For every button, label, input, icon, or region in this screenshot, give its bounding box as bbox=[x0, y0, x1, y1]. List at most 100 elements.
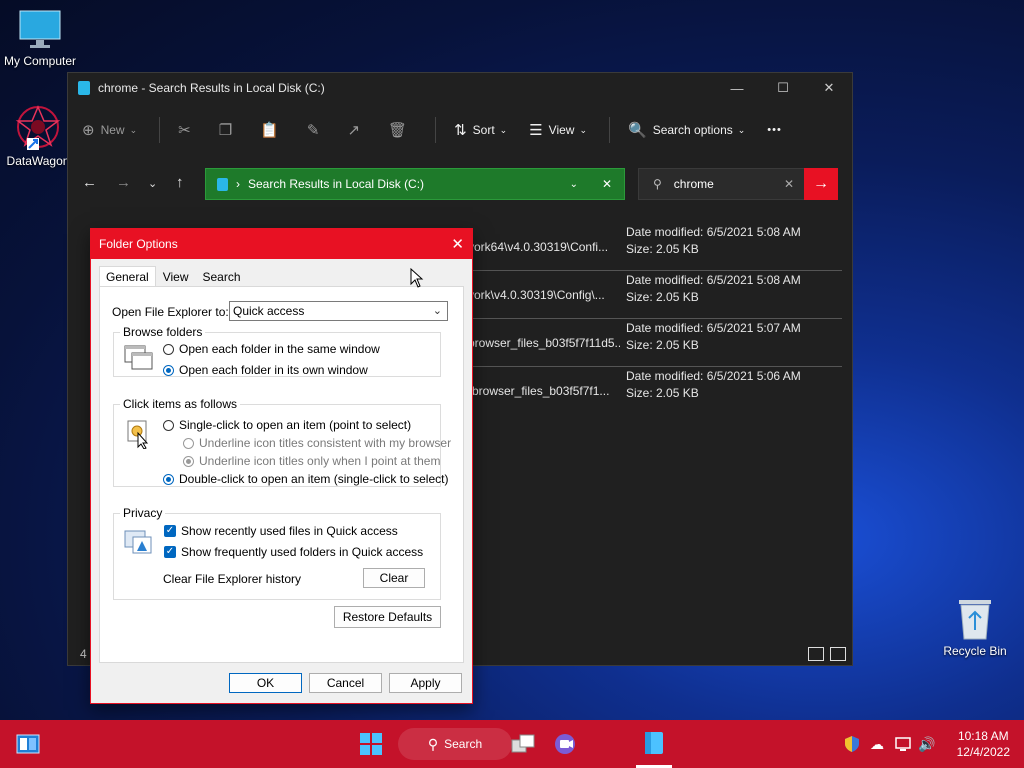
copy-icon: ❐ bbox=[218, 122, 233, 139]
radio-own-window[interactable]: Open each folder in its own window bbox=[163, 363, 368, 377]
radio-underline-browser[interactable]: Underline icon titles consistent with my… bbox=[183, 436, 451, 450]
windows-logo-icon bbox=[360, 733, 382, 755]
chat-icon bbox=[555, 734, 575, 754]
chat-button[interactable] bbox=[548, 720, 582, 768]
scissors-icon: ✂ bbox=[178, 122, 191, 139]
mouse-cursor-icon bbox=[410, 267, 424, 291]
radio-double-click[interactable]: Double-click to open an item (single-cli… bbox=[163, 472, 448, 486]
pointer-click-icon bbox=[126, 419, 152, 452]
cut-button[interactable]: ✂ bbox=[178, 121, 197, 139]
ok-button[interactable]: OK bbox=[229, 673, 302, 693]
quick-access-icon bbox=[123, 525, 153, 558]
search-options-button[interactable]: 🔍 Search options ⌄ bbox=[628, 121, 745, 139]
details-view-icon[interactable] bbox=[808, 647, 824, 661]
item-count: 4 bbox=[80, 647, 87, 661]
result-row[interactable]: browser_files_b03f5f7f11d5... Date modif… bbox=[468, 320, 842, 367]
clear-search-icon[interactable]: ✕ bbox=[784, 177, 794, 191]
desktop-icon-recycle-bin[interactable]: Recycle Bin bbox=[935, 596, 1015, 658]
clear-address-icon[interactable]: ✕ bbox=[602, 177, 612, 191]
checkbox-recent-files[interactable]: ✓ Show recently used files in Quick acces… bbox=[164, 524, 398, 538]
recent-locations-button[interactable]: ⌄ bbox=[148, 177, 157, 190]
radio-single-click[interactable]: Single-click to open an item (point to s… bbox=[163, 418, 411, 432]
folder-icon bbox=[78, 81, 90, 95]
file-explorer-icon bbox=[645, 731, 663, 754]
delete-button[interactable]: 🗑 bbox=[388, 121, 413, 139]
datawagon-logo-icon bbox=[15, 104, 61, 150]
clear-history-label: Clear File Explorer history bbox=[163, 572, 302, 586]
clear-history-button[interactable]: Clear bbox=[363, 568, 425, 588]
minimize-button[interactable]: — bbox=[714, 73, 760, 103]
up-button[interactable]: ↑ bbox=[176, 174, 184, 191]
command-bar: ⊕ New ⌄ ✂ ❐ 📋 ✎ ↗ 🗑 ⇅ Sort ⌄ ☰ View ⌄ 🔍 … bbox=[68, 105, 852, 155]
task-view-button[interactable] bbox=[506, 720, 540, 768]
clipboard-icon: 📋 bbox=[260, 122, 279, 139]
search-input[interactable]: chrome bbox=[674, 177, 714, 191]
checkbox-frequent-folders[interactable]: ✓ Show frequently used folders in Quick a… bbox=[164, 545, 423, 559]
search-icon: ⚲ bbox=[653, 177, 662, 191]
browse-folders-icon bbox=[124, 345, 154, 374]
clock-time: 10:18 AM bbox=[957, 729, 1009, 743]
dialog-close-icon[interactable]: ✕ bbox=[451, 235, 464, 253]
search-box[interactable]: ⚲ chrome ✕ bbox=[638, 168, 805, 200]
new-button[interactable]: ⊕ New ⌄ bbox=[82, 121, 137, 139]
more-options-button[interactable]: ••• bbox=[767, 124, 782, 136]
chevron-down-icon: ⌄ bbox=[579, 124, 587, 135]
dialog-title: Folder Options bbox=[99, 237, 178, 251]
search-icon: ⚲ bbox=[427, 735, 439, 752]
cloud-offline-icon[interactable]: ☁ bbox=[866, 720, 888, 768]
dialog-titlebar[interactable]: Folder Options ✕ bbox=[91, 229, 472, 259]
search-go-button[interactable]: → bbox=[804, 168, 838, 200]
network-icon[interactable] bbox=[892, 720, 914, 768]
chevron-down-icon: ⌄ bbox=[737, 124, 746, 135]
radio-same-window[interactable]: Open each folder in the same window bbox=[163, 342, 380, 356]
window-title: chrome - Search Results in Local Disk (C… bbox=[98, 81, 325, 95]
address-dropdown-icon[interactable]: ⌄ bbox=[570, 179, 578, 190]
close-button[interactable]: ✕ bbox=[806, 73, 852, 103]
search-results-icon bbox=[217, 177, 228, 191]
list-view-icon: ☰ bbox=[529, 122, 543, 139]
maximize-button[interactable]: ☐ bbox=[760, 73, 806, 103]
widgets-button[interactable] bbox=[10, 720, 46, 768]
monitor-icon bbox=[19, 10, 61, 50]
result-row[interactable]: vork64\v4.0.30319\Confi... Date modified… bbox=[468, 224, 842, 271]
large-icons-view-icon[interactable] bbox=[830, 647, 846, 661]
cancel-button[interactable]: Cancel bbox=[309, 673, 382, 693]
taskbar: ⚲ Search ☁ 🔊 10:18 AM 12/4/2022 bbox=[0, 720, 1024, 768]
sort-icon: ⇅ bbox=[454, 122, 467, 139]
apply-button[interactable]: Apply bbox=[389, 673, 462, 693]
checkmark-icon: ✓ bbox=[164, 546, 176, 558]
desktop-icon-label: My Computer bbox=[3, 54, 77, 68]
share-button[interactable]: ↗ bbox=[347, 121, 366, 139]
arrow-right-icon: → bbox=[813, 175, 829, 192]
radio-underline-point[interactable]: Underline icon titles only when I point … bbox=[183, 454, 440, 468]
chevron-right-icon: › bbox=[236, 177, 240, 191]
security-shield-icon[interactable] bbox=[840, 720, 864, 768]
address-bar[interactable]: › Search Results in Local Disk (C:) ⌄ ✕ bbox=[205, 168, 625, 200]
copy-button[interactable]: ❐ bbox=[219, 121, 238, 139]
desktop-icon-my-computer[interactable]: My Computer bbox=[0, 10, 80, 68]
clock[interactable]: 10:18 AM 12/4/2022 bbox=[957, 728, 1010, 760]
taskbar-search-button[interactable]: ⚲ Search bbox=[398, 728, 512, 760]
rename-button[interactable]: ✎ bbox=[307, 121, 326, 139]
volume-icon[interactable]: 🔊 bbox=[916, 720, 938, 768]
paste-button[interactable]: 📋 bbox=[260, 121, 285, 139]
rename-icon: ✎ bbox=[306, 122, 320, 139]
sort-button[interactable]: ⇅ Sort ⌄ bbox=[454, 121, 507, 139]
result-row[interactable]: vork\v4.0.30319\Config\... Date modified… bbox=[468, 272, 842, 319]
back-button[interactable]: ← bbox=[82, 174, 97, 191]
chevron-down-icon: ⌄ bbox=[129, 124, 138, 135]
open-to-select[interactable]: Quick access ⌄ bbox=[229, 301, 448, 321]
result-row[interactable]: -browser_files_b03f5f7f1... Date modifie… bbox=[468, 368, 842, 414]
folder-options-dialog[interactable]: Folder Options ✕ General View Search Ope… bbox=[90, 228, 473, 704]
start-button[interactable] bbox=[354, 720, 388, 768]
share-icon: ↗ bbox=[347, 122, 361, 139]
forward-button[interactable]: → bbox=[116, 174, 131, 191]
plus-circle-icon: ⊕ bbox=[82, 122, 95, 139]
address-text: Search Results in Local Disk (C:) bbox=[248, 177, 425, 191]
checkmark-icon: ✓ bbox=[164, 525, 176, 537]
desktop-icon-label: Recycle Bin bbox=[943, 644, 1007, 658]
view-button[interactable]: ☰ View ⌄ bbox=[529, 121, 587, 139]
taskbar-file-explorer[interactable] bbox=[636, 720, 672, 768]
restore-defaults-button[interactable]: Restore Defaults bbox=[334, 606, 441, 628]
search-options-icon: 🔍 bbox=[628, 122, 647, 139]
